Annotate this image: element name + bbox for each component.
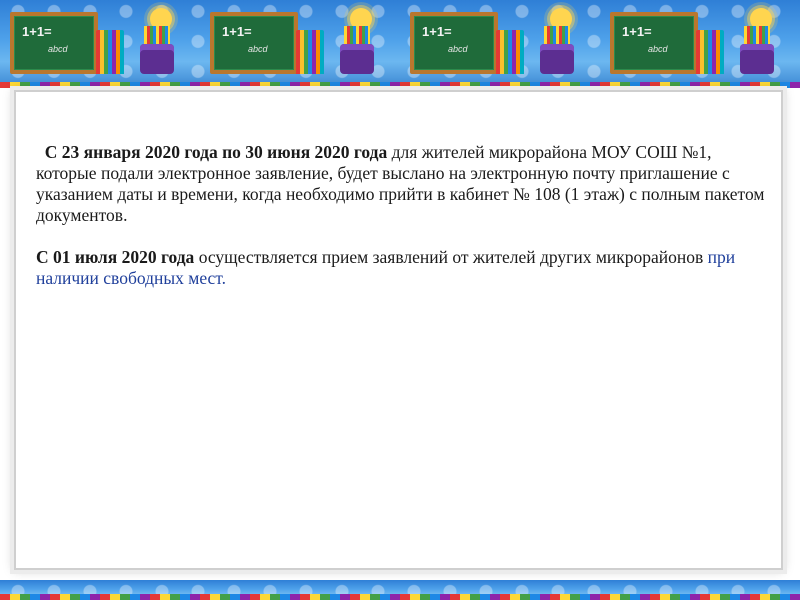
chalkboard-icon: 1+1= abcd	[410, 12, 498, 74]
paragraph-body: осуществляется прием заявлений от жителе…	[194, 247, 708, 267]
chalk-text: 1+1=	[422, 24, 452, 39]
chalk-subtext: abcd	[448, 44, 468, 54]
banner-unit: 1+1= abcd	[400, 0, 600, 88]
chalk-subtext: abcd	[248, 44, 268, 54]
banner-unit: 1+1= abcd	[600, 0, 800, 88]
chalk-text: 1+1=	[22, 24, 52, 39]
pencils-icon	[296, 30, 324, 74]
pencils-icon	[696, 30, 724, 74]
pencil-jar-icon	[740, 26, 774, 74]
date-range-bold: С 23 января 2020 года по 30 июня 2020 го…	[44, 142, 388, 162]
banner-unit: 1+1= abcd	[0, 0, 200, 88]
chalk-text: 1+1=	[222, 24, 252, 39]
pencils-icon	[96, 30, 124, 74]
paragraph-admission-invitation: С 23 января 2020 года по 30 июня 2020 го…	[36, 142, 771, 226]
top-banner: 1+1= abcd 1+1= abcd 1+1= abcd 1+1= abcd	[0, 0, 800, 88]
chalk-subtext: abcd	[648, 44, 668, 54]
chalkboard-icon: 1+1= abcd	[610, 12, 698, 74]
chalk-text: 1+1=	[622, 24, 652, 39]
banner-unit: 1+1= abcd	[200, 0, 400, 88]
chalk-subtext: abcd	[48, 44, 68, 54]
announcement-text: С 23 января 2020 года по 30 июня 2020 го…	[36, 142, 771, 310]
pencil-jar-icon	[540, 26, 574, 74]
chalkboard-icon: 1+1= abcd	[210, 12, 298, 74]
content-card: С 23 января 2020 года по 30 июня 2020 го…	[14, 90, 783, 570]
pencil-jar-icon	[140, 26, 174, 74]
paragraph-other-districts: С 01 июля 2020 года осуществляется прием…	[36, 247, 771, 289]
chalkboard-icon: 1+1= abcd	[10, 12, 98, 74]
bottom-banner	[0, 580, 800, 600]
pencils-icon	[496, 30, 524, 74]
start-date-bold: С 01 июля 2020 года	[36, 247, 195, 267]
pencil-jar-icon	[340, 26, 374, 74]
